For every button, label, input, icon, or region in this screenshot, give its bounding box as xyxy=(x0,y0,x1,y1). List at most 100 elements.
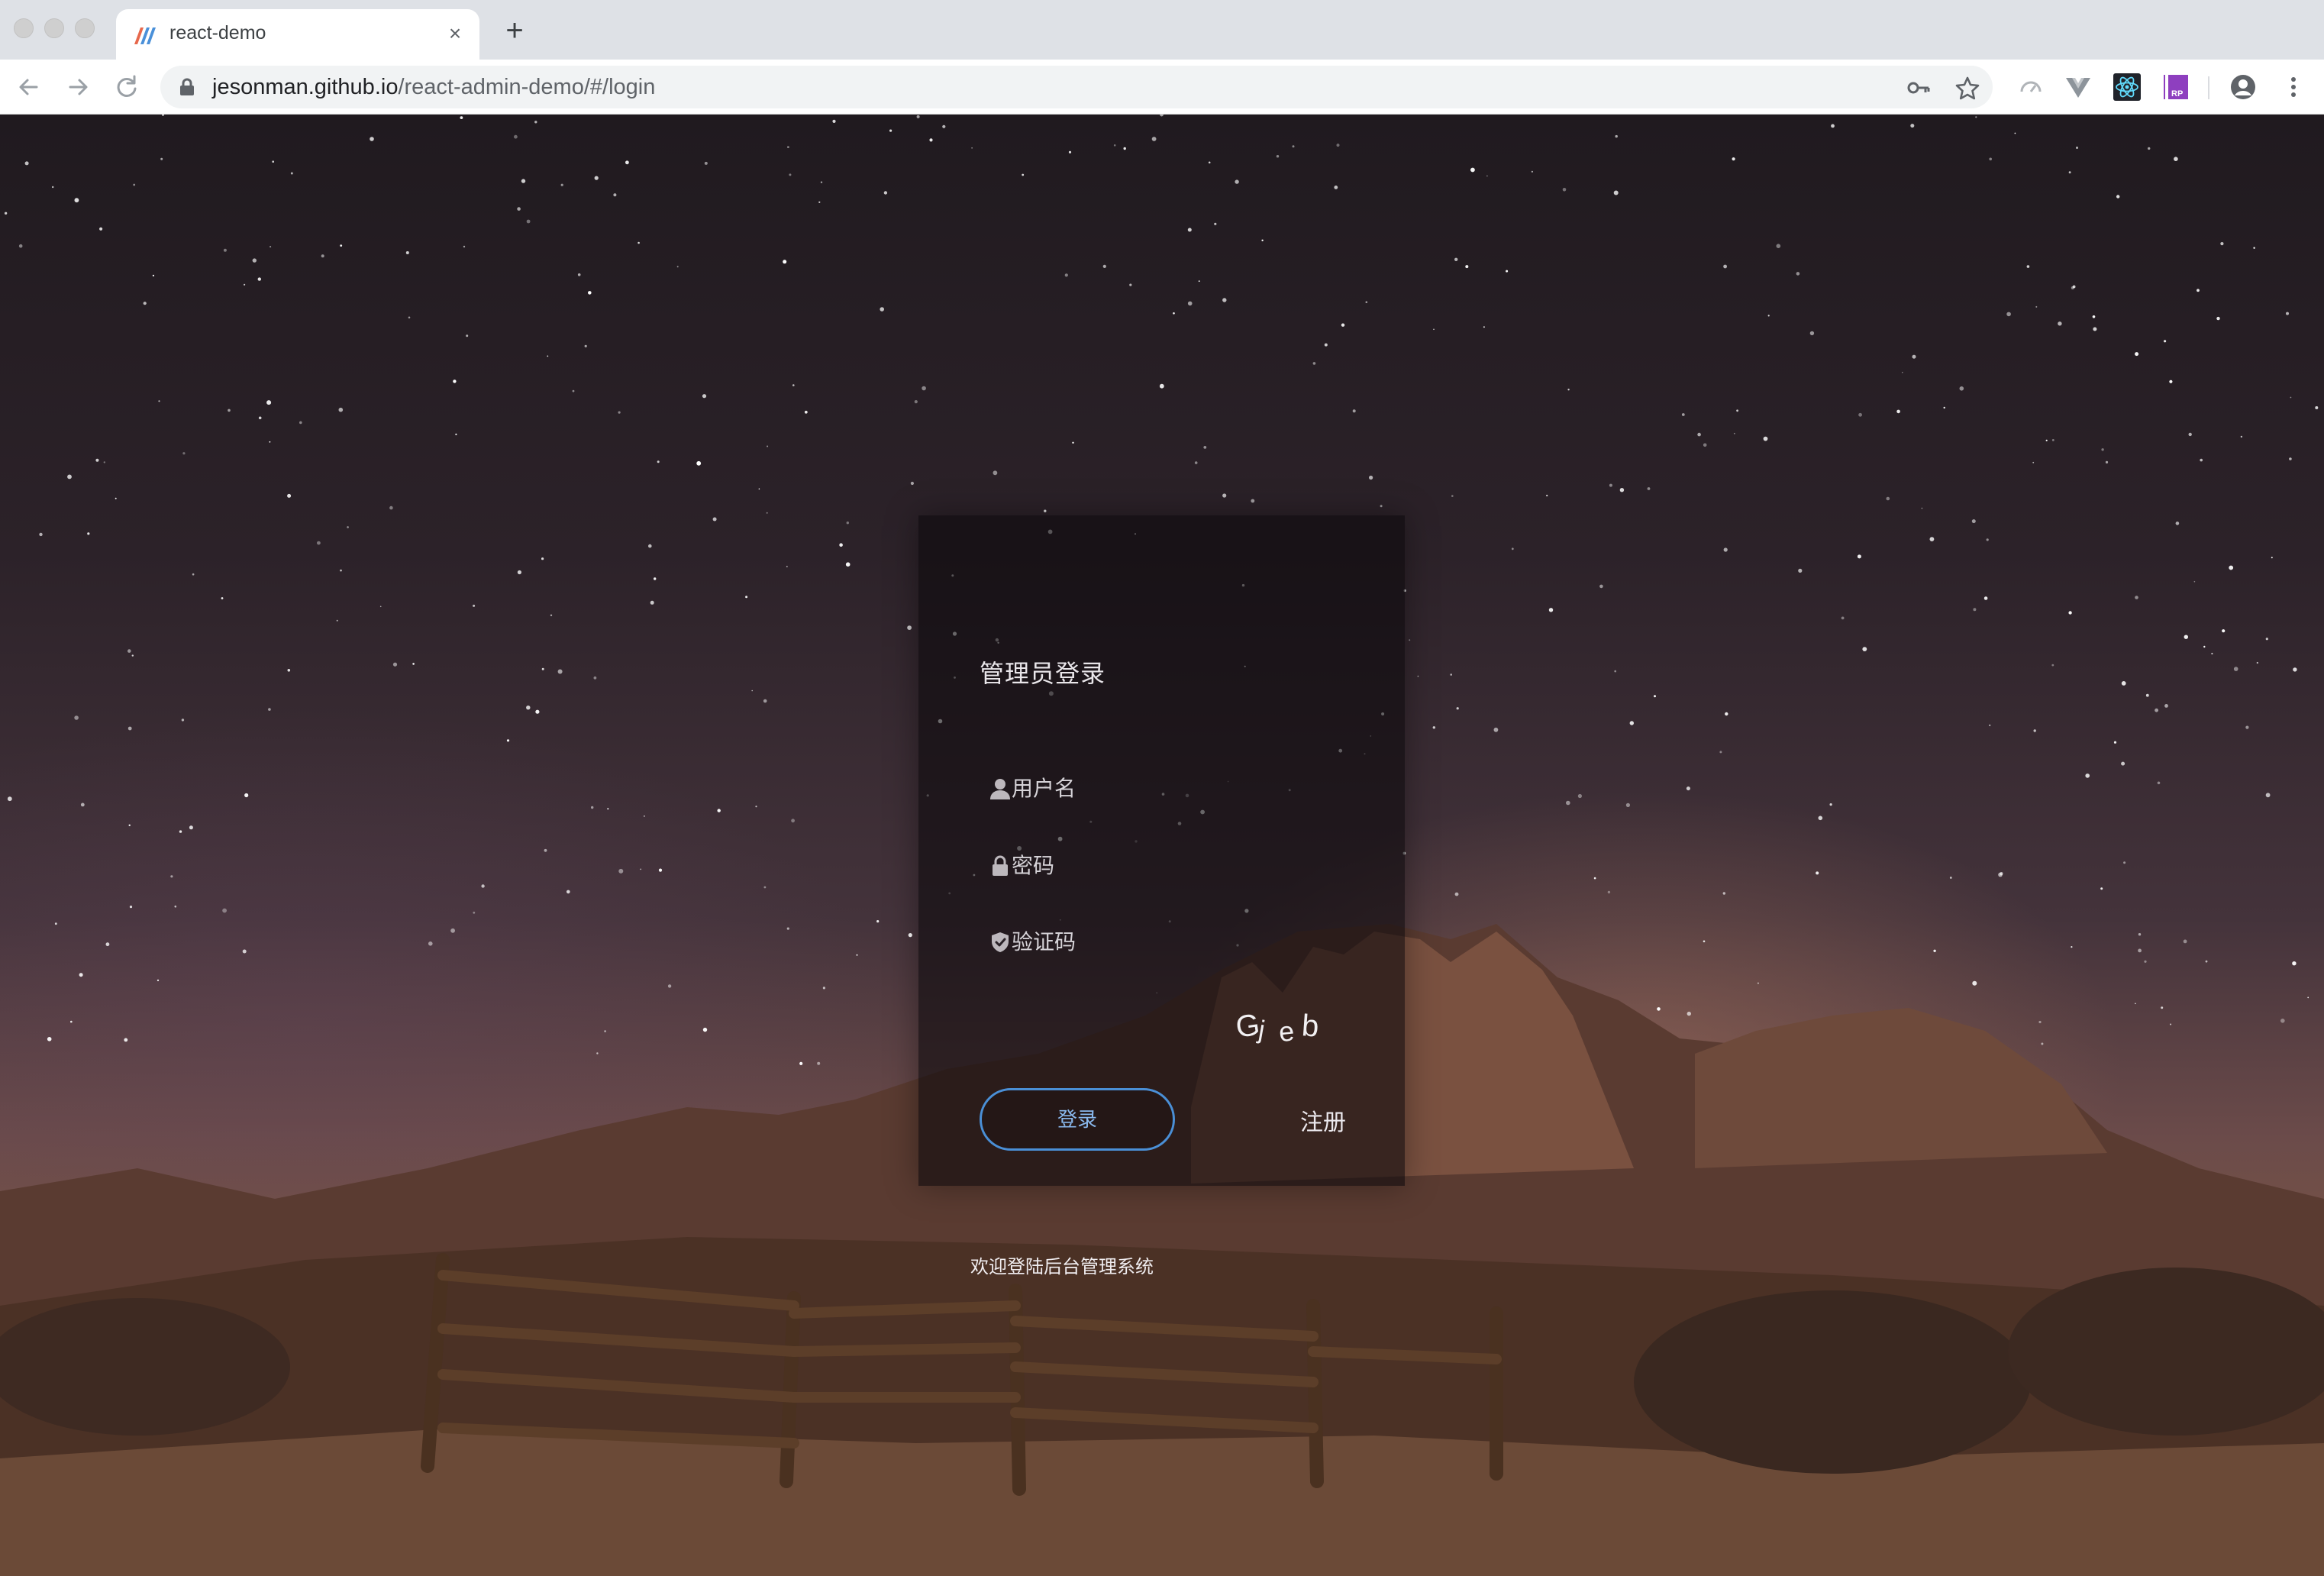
star xyxy=(541,557,544,560)
star xyxy=(182,452,186,455)
tab-close-icon[interactable]: × xyxy=(441,20,469,47)
star xyxy=(2229,565,2234,570)
star xyxy=(287,493,292,498)
more-vertical-icon[interactable] xyxy=(2280,73,2307,101)
captcha-input[interactable] xyxy=(1010,922,1227,963)
star xyxy=(755,806,757,808)
key-icon[interactable] xyxy=(1906,75,1932,101)
star xyxy=(2197,289,2200,292)
star xyxy=(453,379,457,383)
star xyxy=(299,421,302,425)
speed-extension-icon[interactable] xyxy=(2017,73,2045,101)
star xyxy=(541,667,544,670)
star xyxy=(2315,406,2319,409)
star xyxy=(2164,704,2168,708)
star xyxy=(428,941,433,946)
window-zoom-dot[interactable] xyxy=(75,18,95,38)
star xyxy=(1566,800,1570,806)
star xyxy=(252,258,257,263)
star xyxy=(517,570,522,575)
register-link[interactable]: 注册 xyxy=(1300,1103,1346,1137)
star xyxy=(463,245,466,248)
star xyxy=(1933,949,1936,953)
star xyxy=(2289,457,2292,460)
star xyxy=(1959,386,1964,391)
star xyxy=(162,115,164,116)
back-arrow-icon[interactable] xyxy=(11,69,47,105)
star xyxy=(971,147,973,149)
star xyxy=(1577,793,1582,799)
star xyxy=(192,573,195,576)
star xyxy=(157,979,160,982)
star xyxy=(1829,803,1832,806)
star xyxy=(1816,871,1819,875)
star xyxy=(2265,638,2268,641)
bookmark-star-icon[interactable] xyxy=(1954,75,1980,101)
window-minimize-dot[interactable] xyxy=(44,18,64,38)
star xyxy=(767,445,769,447)
star xyxy=(916,115,920,118)
url-text: jesonman.github.io/react-admin-demo/#/lo… xyxy=(212,75,655,100)
window-close-dot[interactable] xyxy=(14,18,34,38)
star xyxy=(54,922,57,925)
lock-icon xyxy=(993,855,1008,876)
shield-check-icon xyxy=(992,932,1009,952)
password-input[interactable] xyxy=(1010,845,1242,886)
star xyxy=(1064,273,1068,277)
login-title: 管理员登录 xyxy=(980,660,1106,687)
new-tab-button[interactable]: + xyxy=(499,15,530,46)
star xyxy=(336,619,338,622)
star xyxy=(1511,547,1514,551)
star xyxy=(993,470,998,476)
star xyxy=(2216,316,2220,321)
star xyxy=(244,793,249,798)
username-input[interactable] xyxy=(1010,768,1242,809)
star xyxy=(2101,448,2104,451)
star xyxy=(1818,815,1823,821)
react-devtools-icon[interactable] xyxy=(2113,73,2141,101)
star xyxy=(637,241,640,244)
star xyxy=(2116,195,2120,199)
star xyxy=(1929,537,1935,541)
star xyxy=(763,699,767,703)
star xyxy=(1380,505,1383,508)
tab-title: react-demo xyxy=(169,22,266,44)
star xyxy=(2135,1003,2136,1005)
star xyxy=(2290,396,2292,399)
star xyxy=(2253,247,2255,249)
star xyxy=(2169,379,2173,383)
forward-arrow-icon[interactable] xyxy=(60,69,96,105)
star xyxy=(1983,596,1988,600)
star xyxy=(1732,157,1735,161)
profile-icon[interactable] xyxy=(2229,73,2257,101)
star xyxy=(1022,173,1025,176)
browser-tab[interactable]: react-demo × xyxy=(116,9,479,60)
star xyxy=(95,458,99,462)
star xyxy=(908,933,912,938)
star xyxy=(2100,887,2103,890)
star xyxy=(473,911,476,914)
star xyxy=(942,124,946,128)
login-button[interactable]: 登录 xyxy=(980,1088,1175,1151)
address-bar[interactable]: jesonman.github.io/react-admin-demo/#/lo… xyxy=(160,66,1993,108)
star xyxy=(1989,724,1991,727)
star xyxy=(1614,670,1616,673)
star xyxy=(223,248,227,252)
star xyxy=(1686,786,1690,791)
user-icon xyxy=(990,779,1010,799)
star xyxy=(1681,413,1685,416)
star xyxy=(566,890,570,894)
rp-extension-icon[interactable]: RP xyxy=(2162,73,2190,101)
star xyxy=(2135,596,2138,599)
star xyxy=(880,307,884,312)
password-field xyxy=(980,839,1331,893)
star xyxy=(929,138,933,142)
star xyxy=(47,1037,52,1042)
star xyxy=(910,481,914,486)
vue-devtools-icon[interactable] xyxy=(2064,73,2092,101)
star xyxy=(1251,499,1255,503)
star xyxy=(287,669,291,672)
reload-icon[interactable] xyxy=(108,69,145,105)
captcha-image[interactable]: G j e b xyxy=(1231,1004,1338,1050)
star xyxy=(654,577,657,580)
